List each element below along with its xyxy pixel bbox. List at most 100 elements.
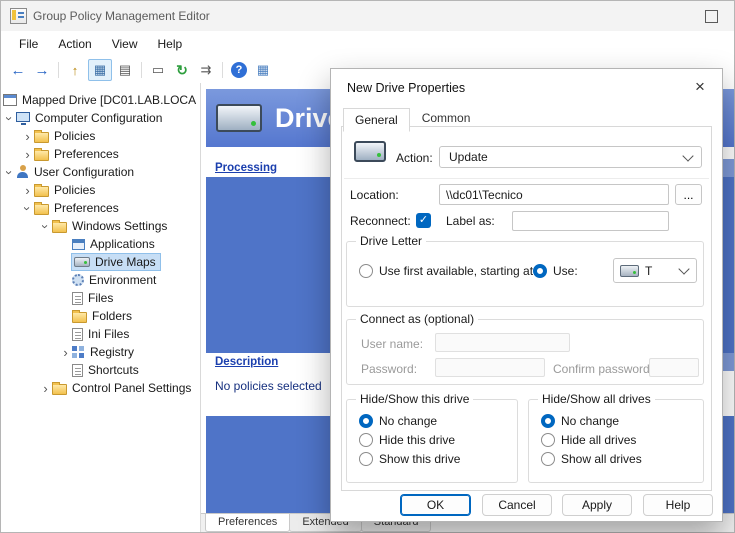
print-icon[interactable]: ▭ xyxy=(147,60,169,80)
chevron-right-icon[interactable]: › xyxy=(21,184,34,197)
description-link[interactable]: Description xyxy=(215,356,278,368)
browse-button[interactable]: ... xyxy=(675,184,702,205)
chevron-right-icon[interactable]: › xyxy=(39,382,52,395)
password-input xyxy=(435,358,545,377)
environment-icon xyxy=(72,274,84,286)
tree-item-drive-maps[interactable]: Drive Maps xyxy=(1,253,200,271)
radio-show-this-drive[interactable]: Show this drive xyxy=(359,452,460,466)
radio-hide-all-drives[interactable]: Hide all drives xyxy=(541,433,636,447)
radio-label: Show all drives xyxy=(561,452,642,466)
export-list-icon[interactable]: ⇉ xyxy=(195,60,217,80)
cancel-button[interactable]: Cancel xyxy=(482,494,552,516)
window-title: Group Policy Management Editor xyxy=(33,9,210,23)
registry-icon xyxy=(72,346,85,359)
menu-help[interactable]: Help xyxy=(148,34,193,54)
computer-icon xyxy=(16,112,30,122)
tree-item-computer-preferences[interactable]: › Preferences xyxy=(1,145,200,163)
action-value: Update xyxy=(449,150,488,164)
folder-icon xyxy=(52,384,67,395)
tree-item-ini-files[interactable]: Ini Files xyxy=(1,325,200,343)
chevron-down-icon xyxy=(678,263,689,274)
app-icon xyxy=(10,8,27,24)
tree-item-applications[interactable]: Applications xyxy=(1,235,200,253)
radio-label: Use first available, starting at: xyxy=(379,264,536,278)
reconnect-checkbox[interactable]: ✓ xyxy=(416,213,431,228)
radio-hide-this-drive[interactable]: Hide this drive xyxy=(359,433,455,447)
help-icon[interactable]: ? xyxy=(231,62,247,78)
tree-item-shortcuts[interactable]: Shortcuts xyxy=(1,361,200,379)
maximize-button[interactable] xyxy=(705,10,718,23)
location-input[interactable] xyxy=(439,184,669,205)
tree-item-environment[interactable]: Environment xyxy=(1,271,200,289)
radio-label: No change xyxy=(379,414,437,428)
show-console-tree-icon[interactable]: ▦ xyxy=(88,59,112,81)
new-window-icon[interactable]: ▦ xyxy=(252,60,274,80)
action-select[interactable]: Update xyxy=(439,146,702,168)
tree-item-user-policies[interactable]: › Policies xyxy=(1,181,200,199)
titlebar: Group Policy Management Editor xyxy=(1,1,734,31)
label-as-input[interactable] xyxy=(512,211,669,231)
menu-file[interactable]: File xyxy=(9,34,48,54)
refresh-icon[interactable]: ↻ xyxy=(171,60,193,80)
label-as-label: Label as: xyxy=(446,214,495,228)
ok-button[interactable]: OK xyxy=(400,494,471,516)
user-name-input xyxy=(435,333,570,352)
processing-link[interactable]: Processing xyxy=(215,162,277,174)
drive-letter-select[interactable]: T xyxy=(613,258,697,283)
tree-selection: Drive Maps xyxy=(72,254,160,270)
folders-icon xyxy=(72,312,87,323)
connect-as-group-label: Connect as (optional) xyxy=(356,312,478,326)
radio-icon xyxy=(359,264,373,278)
tab-preferences[interactable]: Preferences xyxy=(205,514,290,532)
action-label: Action: xyxy=(396,151,433,165)
tree-item-control-panel-settings[interactable]: › Control Panel Settings xyxy=(1,379,200,397)
radio-use-first-available[interactable]: Use first available, starting at: xyxy=(359,264,536,278)
chevron-down-icon[interactable]: › xyxy=(39,220,52,233)
tab-common[interactable]: Common xyxy=(410,106,483,131)
up-one-level-icon[interactable]: ↑ xyxy=(64,60,86,80)
tree-item-computer-configuration[interactable]: › Computer Configuration xyxy=(1,109,200,127)
tree-item-computer-policies[interactable]: › Policies xyxy=(1,127,200,145)
chevron-down-icon[interactable]: › xyxy=(3,112,16,125)
apply-button[interactable]: Apply xyxy=(562,494,632,516)
tree-item-label: Control Panel Settings xyxy=(72,381,191,395)
tree-item-user-configuration[interactable]: › User Configuration xyxy=(1,163,200,181)
radio-use[interactable]: Use: xyxy=(533,264,578,278)
drive-letter-value: T xyxy=(645,264,652,278)
tree-item-root[interactable]: Mapped Drive [DC01.LAB.LOCA xyxy=(1,91,200,109)
chevron-right-icon[interactable]: › xyxy=(59,346,72,359)
tree-item-registry[interactable]: › Registry xyxy=(1,343,200,361)
tree-item-folders[interactable]: Folders xyxy=(1,307,200,325)
hide-show-this-drive-label: Hide/Show this drive xyxy=(356,392,473,406)
chevron-right-icon[interactable]: › xyxy=(21,148,34,161)
radio-all-no-change[interactable]: No change xyxy=(541,414,619,428)
tree-item-label: Policies xyxy=(54,129,95,143)
radio-show-all-drives[interactable]: Show all drives xyxy=(541,452,642,466)
tree-item-windows-settings[interactable]: › Windows Settings xyxy=(1,217,200,235)
tree-item-label: Applications xyxy=(90,237,155,251)
tree-item-files[interactable]: Files xyxy=(1,289,200,307)
tree-item-label: Registry xyxy=(90,345,134,359)
folder-icon xyxy=(34,150,49,161)
dialog-tabs: General Common xyxy=(343,106,482,131)
new-drive-properties-dialog: New Drive Properties × General Common Ac… xyxy=(330,68,723,522)
chevron-down-icon[interactable]: › xyxy=(3,166,16,179)
tree-item-label: Windows Settings xyxy=(72,219,167,233)
hide-show-this-drive-group: Hide/Show this drive No change Hide this… xyxy=(346,399,518,483)
tab-general[interactable]: General xyxy=(343,108,410,132)
radio-label: Hide all drives xyxy=(561,433,636,447)
console-tree: Mapped Drive [DC01.LAB.LOCA › Computer C… xyxy=(1,83,201,532)
tree-item-user-preferences[interactable]: › Preferences xyxy=(1,199,200,217)
forward-icon[interactable]: → xyxy=(31,60,53,80)
help-button[interactable]: Help xyxy=(643,494,713,516)
properties-icon[interactable]: ▤ xyxy=(114,60,136,80)
chevron-down-icon[interactable]: › xyxy=(21,202,34,215)
menu-view[interactable]: View xyxy=(102,34,148,54)
back-icon[interactable]: ← xyxy=(7,60,29,80)
radio-label: Show this drive xyxy=(379,452,460,466)
menu-action[interactable]: Action xyxy=(48,34,101,54)
radio-this-no-change[interactable]: No change xyxy=(359,414,437,428)
chevron-right-icon[interactable]: › xyxy=(21,130,34,143)
drive-icon xyxy=(216,104,262,132)
close-icon[interactable]: × xyxy=(688,75,712,99)
